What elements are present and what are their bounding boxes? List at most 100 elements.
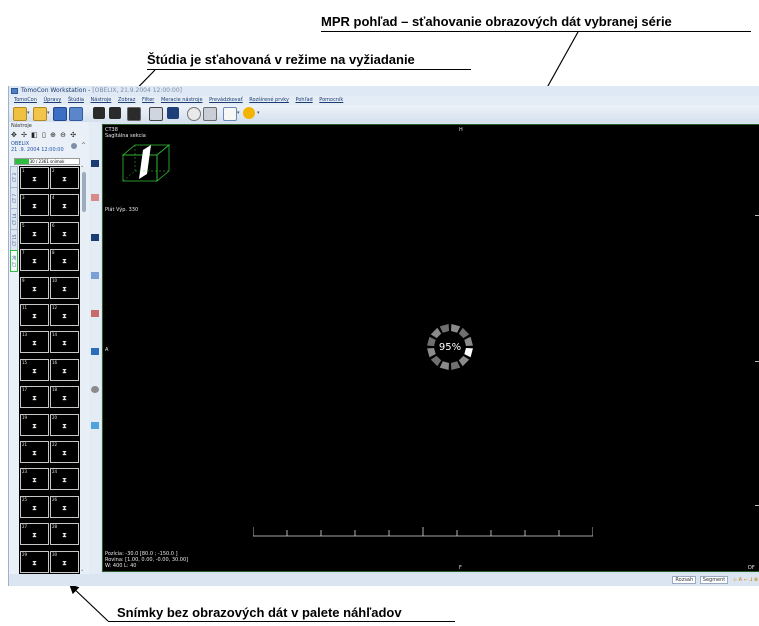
menu-item[interactable]: Úpravy — [44, 96, 62, 105]
thumbnail-number: 27 — [22, 524, 28, 530]
thumbnail-number: 8 — [52, 250, 55, 256]
status-tool-icons[interactable]: ⊹ A ⌐ ⅃ ⊗ — [733, 577, 758, 583]
layout-single-icon[interactable] — [91, 160, 99, 167]
collapse-icon[interactable]: ^ — [81, 142, 86, 149]
thumbnail-placeholder[interactable]: 7 ⧗ — [20, 249, 49, 272]
thumbnail-number: 19 — [22, 414, 28, 420]
hourglass-icon: ⧗ — [62, 312, 67, 320]
thumbnail-placeholder[interactable]: 27 ⧗ — [20, 523, 49, 546]
thumbnail-placeholder[interactable]: 10 ⧗ — [50, 276, 79, 299]
layout-3-icon[interactable] — [127, 107, 141, 121]
open-folder-icon[interactable] — [13, 107, 27, 121]
thumbnail-placeholder[interactable]: 9 ⧗ — [20, 276, 49, 299]
menu-item[interactable]: Pomocník — [319, 96, 343, 105]
thumbnail-number: 23 — [22, 469, 28, 475]
thumbnail-number: 20 — [52, 414, 58, 420]
dropdown-arrow-icon[interactable]: ▾ — [237, 110, 240, 116]
status-controls: Rozsah Segment ⊹ A ⌐ ⅃ ⊗ — [670, 576, 758, 584]
thumbnail-placeholder[interactable]: 5 ⧗ — [20, 221, 49, 244]
thumbnail-placeholder[interactable]: 6 ⧗ — [50, 221, 79, 244]
marker-icon[interactable] — [91, 310, 99, 317]
thumbnail-placeholder[interactable]: 17 ⧗ — [20, 386, 49, 409]
thumbnail-placeholder[interactable]: 1 ⧗ — [20, 167, 49, 189]
menu-item[interactable]: Rozšírené prvky — [249, 96, 289, 105]
thumbnail-placeholder[interactable]: 2 ⧗ — [50, 167, 79, 189]
menu-item[interactable]: Pohľad — [296, 96, 313, 105]
hourglass-icon: ⧗ — [32, 202, 37, 211]
menu-item[interactable]: TomoCon — [14, 96, 37, 105]
layout-2-icon[interactable] — [109, 107, 121, 119]
thumbnail-number: 22 — [52, 442, 58, 447]
thumbnail-placeholder[interactable]: 24 ⧗ — [50, 468, 79, 491]
layout-split-icon[interactable] — [91, 234, 99, 241]
menu-item[interactable]: Štúdia — [68, 96, 84, 105]
print-icon[interactable] — [203, 107, 217, 121]
menu-item[interactable]: Prevádzkovať — [209, 96, 243, 105]
dropdown-arrow-icon[interactable]: ▾ — [47, 110, 50, 116]
thumbnail-placeholder[interactable]: 21 ⧗ — [20, 441, 49, 463]
thumbnail-placeholder[interactable]: 16 ⧗ — [50, 358, 79, 381]
favorites-icon[interactable] — [243, 107, 255, 119]
thumbnail-placeholder[interactable]: 30 ⧗ — [50, 550, 79, 573]
cd-icon[interactable] — [187, 107, 201, 121]
save-icon[interactable] — [53, 107, 67, 121]
progress-segment — [464, 336, 473, 347]
stop-download-icon[interactable] — [71, 143, 77, 149]
progress-segment — [430, 355, 442, 367]
menu-item[interactable]: Filter — [142, 96, 154, 105]
thumbnail-placeholder[interactable]: 23 ⧗ — [20, 468, 49, 491]
import-icon[interactable] — [69, 107, 83, 121]
grid-icon[interactable] — [167, 107, 179, 119]
zoom-mode-select[interactable]: Rozsah — [672, 576, 697, 584]
thumbnail-placeholder[interactable]: 18 ⧗ — [50, 386, 79, 409]
thumbnail-scrollbar[interactable]: ˄ ˅ — [81, 166, 87, 578]
tag-icon[interactable] — [91, 422, 99, 429]
thumbnail-placeholder[interactable]: 20 ⧗ — [50, 413, 79, 436]
open-study-icon[interactable] — [33, 107, 47, 121]
thumbnail-placeholder[interactable]: 14 ⧗ — [50, 331, 79, 354]
hourglass-icon: ⧗ — [62, 531, 67, 540]
series-tab-active[interactable]: CT 38 — [10, 250, 18, 272]
series-tab[interactable]: CT 7 — [10, 187, 18, 209]
series-tab[interactable]: CT 3 — [10, 166, 18, 188]
tool-icons[interactable]: ✥ ✢ ◧ ▯ ⊕ ⊖ ✣ — [11, 131, 77, 139]
status-bar: Rozsah Segment ⊹ A ⌐ ⅃ ⊗ — [9, 574, 759, 586]
stats-icon[interactable] — [91, 272, 99, 279]
thumbnail-placeholder[interactable]: 28 ⧗ — [50, 523, 79, 546]
thumbnail-placeholder[interactable]: 29 ⧗ — [20, 550, 49, 573]
hourglass-icon: ⧗ — [62, 503, 67, 512]
mpr-icon[interactable] — [149, 107, 163, 121]
thumbnail-placeholder[interactable]: 11 ⧗ — [20, 304, 49, 326]
measure-icon[interactable] — [91, 194, 99, 201]
thumbnail-placeholder[interactable]: 12 ⧗ — [50, 304, 79, 326]
series-tab[interactable]: CT 14 — [10, 208, 18, 230]
window-level-readout: W: 400 L: 40 — [105, 563, 137, 569]
thumbnail-placeholder[interactable]: 15 ⧗ — [20, 358, 49, 381]
menu-item[interactable]: Meracie nástroje — [161, 96, 203, 105]
study-info[interactable]: OBELIX 21 .9. 2004 12:00:00 — [11, 141, 64, 153]
thumbnail-placeholder[interactable]: 19 ⧗ — [20, 413, 49, 436]
thumbnail-placeholder[interactable]: 8 ⧗ — [50, 249, 79, 272]
thumbnail-number: 1 — [22, 168, 25, 173]
menu-item[interactable]: Zobraz — [118, 96, 135, 105]
thumbnail-placeholder[interactable]: 4 ⧗ — [50, 194, 79, 217]
dropdown-arrow-icon[interactable]: ▾ — [27, 110, 30, 116]
series-tab[interactable]: CT 15 — [10, 229, 18, 251]
camera-icon[interactable] — [91, 386, 99, 393]
mpr-viewport[interactable]: CT38 Sagitálna sekcia H Plát Výp. 330 A … — [102, 124, 759, 572]
report-icon[interactable] — [223, 107, 237, 121]
hourglass-icon: ⧗ — [62, 421, 67, 430]
thumbnail-placeholder[interactable]: 22 ⧗ — [50, 441, 79, 463]
segment-mode-select[interactable]: Segment — [699, 576, 729, 584]
menu-item[interactable]: Nástroje — [91, 96, 112, 105]
orientation-top: H — [459, 127, 463, 133]
layout-1-icon[interactable] — [93, 107, 105, 119]
thumbnail-placeholder[interactable]: 25 ⧗ — [20, 495, 49, 518]
scroll-thumb[interactable] — [82, 172, 86, 212]
dropdown-arrow-icon[interactable]: ▾ — [257, 110, 260, 116]
thumbnail-placeholder[interactable]: 13 ⧗ — [20, 331, 49, 354]
thumbnail-placeholder[interactable]: 26 ⧗ — [50, 495, 79, 518]
thumbnail-placeholder[interactable]: 3 ⧗ — [20, 194, 49, 217]
grid-layout-icon[interactable] — [91, 348, 99, 355]
thumbnail-number: 25 — [22, 496, 28, 502]
